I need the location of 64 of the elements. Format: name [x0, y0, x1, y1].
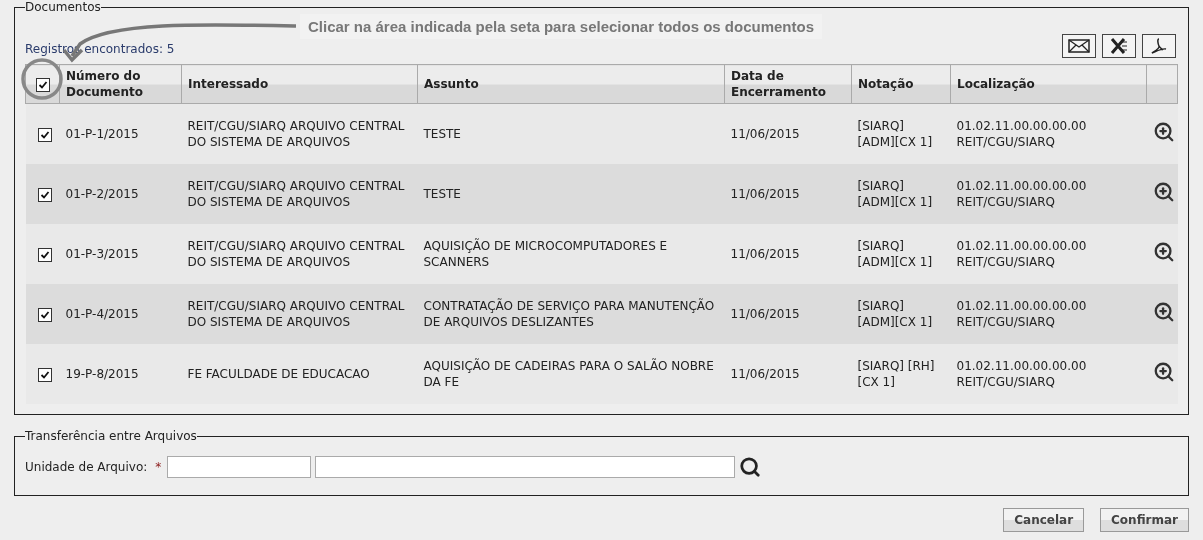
- row-checkbox[interactable]: [37, 187, 52, 202]
- panel-legend: Documentos: [25, 0, 101, 14]
- search-icon[interactable]: [739, 456, 762, 478]
- table-cell: AQUISIÇÃO DE CADEIRAS PARA O SALÃO NOBRE DA FE: [417, 344, 725, 404]
- table-cell: [SIARQ] [RH][CX 1]: [851, 344, 951, 404]
- column-header: Notação: [851, 64, 951, 104]
- table-cell: TESTE: [417, 164, 725, 224]
- field-label: Unidade de Arquivo:: [25, 460, 148, 474]
- table-cell: REIT/CGU/SIARQ ARQUIVO CENTRAL DO SISTEMA DE ARQUIVOS: [181, 103, 418, 164]
- table-cell: [SIARQ] [ADM][CX 1]: [851, 224, 951, 284]
- table-cell: [SIARQ] [ADM][CX 1]: [851, 164, 951, 224]
- table-cell: REIT/CGU/SIARQ ARQUIVO CENTRAL DO SISTEMA DE ARQUIVOS: [181, 224, 418, 284]
- table-cell: 01.02.11.00.00.00.00 REIT/CGU/SIARQ: [950, 344, 1147, 404]
- table-cell: 01-P-2/2015: [59, 164, 182, 224]
- zoom-icon[interactable]: [1152, 121, 1175, 143]
- highlight-circle: [21, 58, 63, 100]
- table-cell: [SIARQ] [ADM][CX 1]: [851, 103, 951, 164]
- column-header: Interessado: [181, 64, 418, 104]
- envelope-icon: [1068, 39, 1090, 53]
- panel-legend: Transferência entre Arquivos: [25, 429, 197, 443]
- table-cell: 01-P-4/2015: [59, 284, 182, 344]
- table-cell: FE FACULDADE DE EDUCACAO: [181, 344, 418, 404]
- table-cell: 01.02.11.00.00.00.00 REIT/CGU/SIARQ: [950, 224, 1147, 284]
- pdf-button[interactable]: [1142, 34, 1176, 58]
- table-cell: 11/06/2015: [724, 164, 852, 224]
- spreadsheet-button[interactable]: [1102, 34, 1136, 58]
- table-cell: CONTRATAÇÃO DE SERVIÇO PARA MANUTENÇÃO DE ARQUIVOS DESLIZANTES: [417, 284, 725, 344]
- cancel-button[interactable]: Cancelar: [1003, 508, 1085, 532]
- table-cell: 19-P-8/2015: [59, 344, 182, 404]
- table-cell: 01.02.11.00.00.00.00 REIT/CGU/SIARQ: [950, 284, 1147, 344]
- table-cell: 01-P-3/2015: [59, 224, 182, 284]
- zoom-icon[interactable]: [1152, 361, 1175, 383]
- table-cell: 01.02.11.00.00.00.00 REIT/CGU/SIARQ: [950, 164, 1147, 224]
- confirm-button[interactable]: Confirmar: [1100, 508, 1189, 532]
- select-all-checkbox[interactable]: [36, 77, 50, 92]
- column-header: Assunto: [417, 64, 725, 104]
- table-cell: 11/06/2015: [724, 344, 852, 404]
- table-cell: [SIARQ] [ADM][CX 1]: [851, 284, 951, 344]
- column-header: Localização: [950, 64, 1147, 104]
- row-checkbox[interactable]: [37, 367, 52, 382]
- unit-code-field[interactable]: [167, 456, 312, 478]
- table-cell: REIT/CGU/SIARQ ARQUIVO CENTRAL DO SISTEMA DE ARQUIVOS: [181, 164, 418, 224]
- table-cell: REIT/CGU/SIARQ ARQUIVO CENTRAL DO SISTEMA DE ARQUIVOS: [181, 284, 418, 344]
- table-cell: 11/06/2015: [724, 284, 852, 344]
- zoom-icon[interactable]: [1152, 241, 1175, 263]
- zoom-icon[interactable]: [1152, 181, 1175, 203]
- required-mark: *: [155, 460, 162, 474]
- pdf-icon: [1150, 38, 1168, 54]
- table-cell: 11/06/2015: [724, 224, 852, 284]
- spreadsheet-icon: [1110, 38, 1128, 54]
- row-checkbox[interactable]: [37, 247, 52, 262]
- email-button[interactable]: [1062, 34, 1096, 58]
- table-cell: 01.02.11.00.00.00.00 REIT/CGU/SIARQ: [950, 103, 1147, 164]
- hint-callout: Clicar na área indicada pela seta para selecionar todos os documentos: [300, 14, 822, 39]
- table-cell: 11/06/2015: [724, 103, 852, 164]
- table-cell: TESTE: [417, 103, 725, 164]
- row-checkbox[interactable]: [37, 307, 52, 322]
- unit-name-field[interactable]: [315, 456, 736, 478]
- column-header: Número do Documento: [59, 64, 182, 104]
- table-cell: AQUISIÇÃO DE MICROCOMPUTADORES E SCANNERS: [417, 224, 725, 284]
- table-cell: 01-P-1/2015: [59, 103, 182, 164]
- column-header: Data de Encerramento: [724, 64, 852, 104]
- row-checkbox[interactable]: [37, 127, 52, 142]
- zoom-icon[interactable]: [1152, 301, 1175, 323]
